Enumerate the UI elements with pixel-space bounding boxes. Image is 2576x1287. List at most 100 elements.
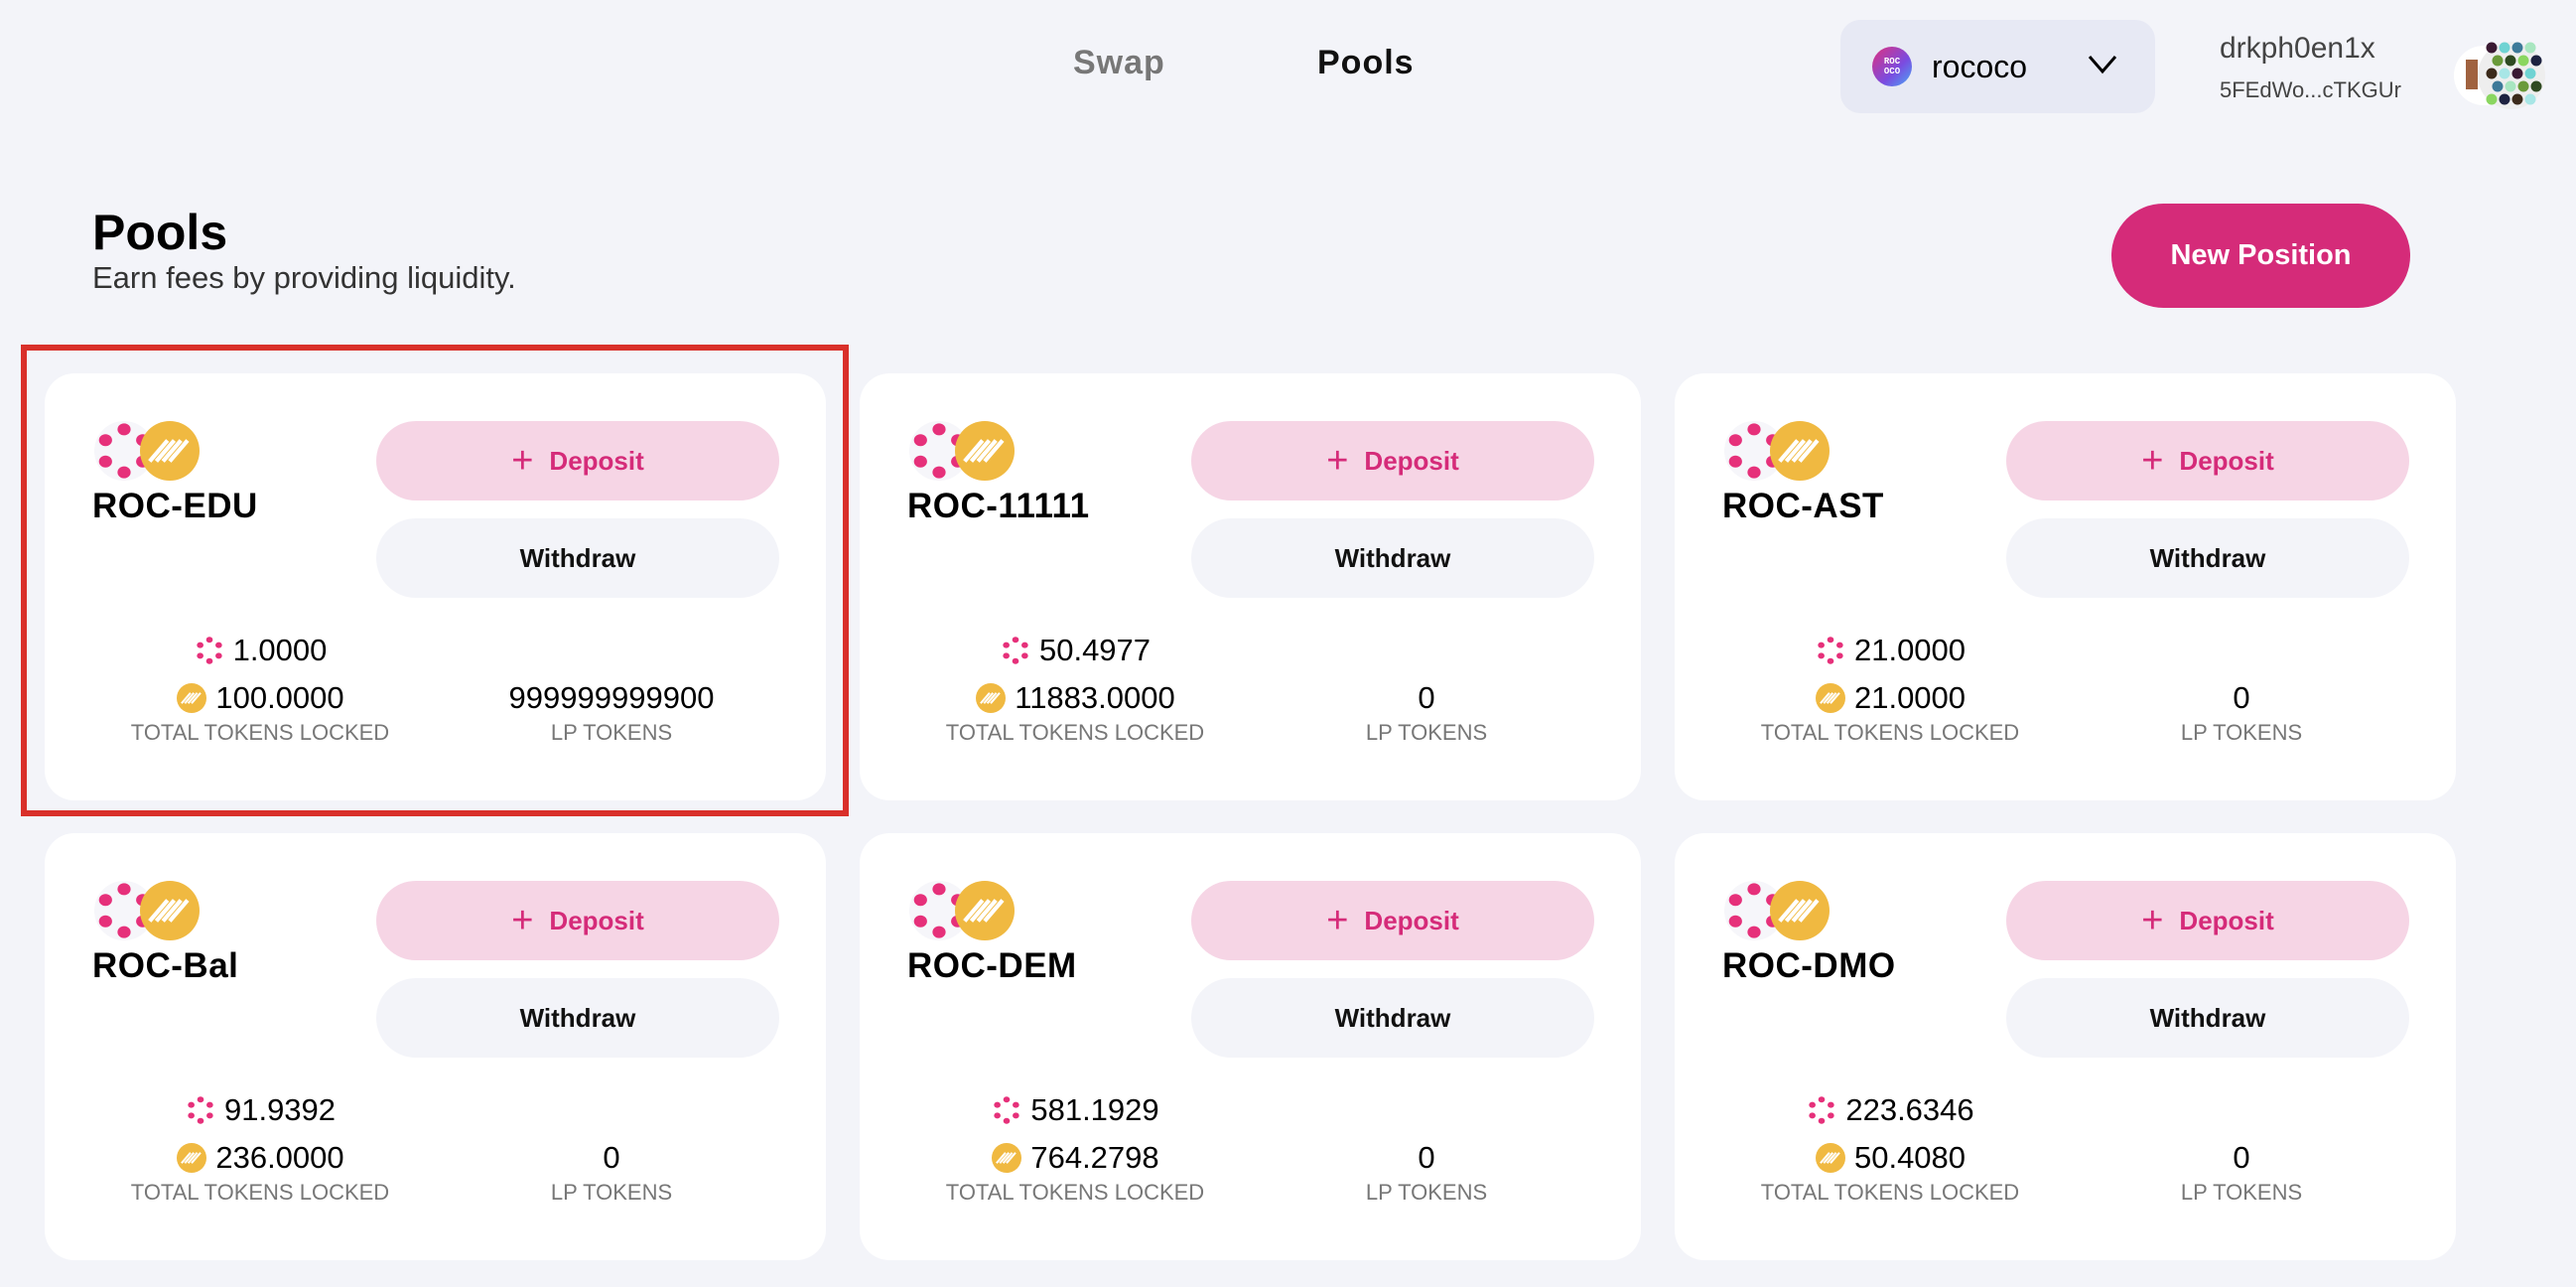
lp-tokens-label: LP TOKENS	[550, 720, 673, 745]
tvl-label: TOTAL TOKENS LOCKED	[1760, 1180, 2020, 1205]
lp-tokens-label: LP TOKENS	[550, 1180, 673, 1205]
plus-icon: +	[1326, 900, 1349, 941]
pool-name: ROC-AST	[1722, 487, 1884, 525]
amount-a: 91.9392	[223, 1092, 337, 1127]
edu-token-icon	[955, 421, 1015, 481]
pool-name: ROC-EDU	[92, 487, 258, 525]
edu-token-icon	[176, 1142, 207, 1174]
pool-name: ROC-DEM	[907, 946, 1077, 985]
tvl-label: TOTAL TOKENS LOCKED	[1760, 720, 2020, 745]
account-info[interactable]: drkph0en1x 5FEdWo...cTKGUr	[2220, 32, 2401, 103]
deposit-label: Deposit	[2179, 445, 2274, 476]
deposit-button[interactable]: + Deposit	[1191, 881, 1594, 960]
deposit-label: Deposit	[1364, 445, 1459, 476]
account-name: drkph0en1x	[2220, 32, 2375, 65]
tvl-label: TOTAL TOKENS LOCKED	[945, 1180, 1205, 1205]
page-subtitle: Earn fees by providing liquidity.	[92, 260, 516, 295]
deposit-label: Deposit	[1364, 905, 1459, 935]
withdraw-button[interactable]: Withdraw	[376, 978, 779, 1058]
pool-card-roc-11111: ROC-11111 + Deposit Withdraw 50.4977 1188…	[860, 373, 1641, 800]
token-pair-icon	[1724, 881, 1830, 940]
withdraw-button[interactable]: Withdraw	[2006, 518, 2409, 598]
amount-a: 223.6346	[1845, 1092, 1974, 1127]
roc-token-icon	[1000, 635, 1031, 666]
amount-b: 11883.0000	[1015, 680, 1175, 715]
lp-tokens-value: 0	[1418, 680, 1435, 715]
tvl-label: TOTAL TOKENS LOCKED	[945, 720, 1205, 745]
roc-token-icon	[991, 1094, 1022, 1126]
edu-token-icon	[176, 682, 207, 714]
lp-tokens-label: LP TOKENS	[1365, 720, 1488, 745]
plus-icon: +	[1326, 440, 1349, 482]
edu-token-icon	[140, 421, 200, 481]
tvl-label: TOTAL TOKENS LOCKED	[130, 1180, 390, 1205]
amount-b: 100.0000	[215, 680, 344, 715]
edu-token-icon	[140, 881, 200, 940]
network-selector[interactable]: ROC OCO rococo	[1840, 20, 2155, 113]
withdraw-button[interactable]: Withdraw	[376, 518, 779, 598]
chevron-down-icon	[2088, 56, 2117, 74]
lp-tokens-value: 0	[603, 1140, 620, 1175]
page-title: Pools	[92, 205, 228, 260]
plus-icon: +	[511, 900, 534, 941]
edu-token-icon	[991, 1142, 1022, 1174]
edu-token-icon	[955, 881, 1015, 940]
pool-card-roc-dmo: ROC-DMO + Deposit Withdraw 223.6346 50.40…	[1675, 833, 2456, 1260]
deposit-label: Deposit	[2179, 905, 2274, 935]
amount-b: 21.0000	[1853, 680, 1966, 715]
edu-token-icon	[1815, 1142, 1846, 1174]
token-pair-icon	[1724, 421, 1830, 481]
pool-card-roc-bal: ROC-Bal + Deposit Withdraw 91.9392 236.00…	[45, 833, 826, 1260]
deposit-button[interactable]: + Deposit	[1191, 421, 1594, 500]
lp-tokens-value: 0	[2233, 680, 2250, 715]
lp-tokens-label: LP TOKENS	[2180, 720, 2303, 745]
lp-tokens-value: 999999999900	[508, 680, 715, 715]
amount-a: 21.0000	[1853, 633, 1966, 667]
lp-tokens-value: 0	[2233, 1140, 2250, 1175]
withdraw-button[interactable]: Withdraw	[1191, 978, 1594, 1058]
roc-token-icon	[194, 635, 225, 666]
avatar[interactable]	[2454, 30, 2546, 121]
roc-token-icon	[1806, 1094, 1837, 1126]
token-pair-icon	[909, 421, 1015, 481]
token-pair-icon	[909, 881, 1015, 940]
deposit-button[interactable]: + Deposit	[376, 421, 779, 500]
nav-swap[interactable]: Swap	[1073, 44, 1165, 82]
edu-token-icon	[1770, 421, 1830, 481]
pool-name: ROC-11111	[907, 487, 1090, 525]
rococo-logo-icon: ROC OCO	[1872, 47, 1912, 86]
new-position-button[interactable]: New Position	[2111, 204, 2410, 308]
tvl-label: TOTAL TOKENS LOCKED	[130, 720, 390, 745]
withdraw-button[interactable]: Withdraw	[2006, 978, 2409, 1058]
plus-icon: +	[2141, 900, 2164, 941]
plus-icon: +	[511, 440, 534, 482]
deposit-label: Deposit	[549, 905, 644, 935]
withdraw-button[interactable]: Withdraw	[1191, 518, 1594, 598]
pool-name: ROC-DMO	[1722, 946, 1896, 985]
lp-tokens-value: 0	[1418, 1140, 1435, 1175]
edu-token-icon	[975, 682, 1007, 714]
deposit-button[interactable]: + Deposit	[2006, 881, 2409, 960]
pool-card-roc-ast: ROC-AST + Deposit Withdraw 21.0000 21.000…	[1675, 373, 2456, 800]
roc-token-icon	[1815, 635, 1846, 666]
token-pair-icon	[94, 421, 200, 481]
amount-a: 1.0000	[232, 633, 328, 667]
network-name: rococo	[1932, 48, 2028, 84]
deposit-label: Deposit	[549, 445, 644, 476]
edu-token-icon	[1770, 881, 1830, 940]
amount-b: 764.2798	[1030, 1140, 1159, 1175]
deposit-button[interactable]: + Deposit	[2006, 421, 2409, 500]
edu-token-icon	[1815, 682, 1846, 714]
amount-a: 50.4977	[1038, 633, 1152, 667]
pool-card-roc-edu: ROC-EDU + Deposit Withdraw 1.0000 100.000…	[45, 373, 826, 800]
nav-pools[interactable]: Pools	[1317, 44, 1415, 82]
lp-tokens-label: LP TOKENS	[2180, 1180, 2303, 1205]
plus-icon: +	[2141, 440, 2164, 482]
account-address: 5FEdWo...cTKGUr	[2220, 77, 2401, 102]
pool-name: ROC-Bal	[92, 946, 239, 985]
deposit-button[interactable]: + Deposit	[376, 881, 779, 960]
pool-card-roc-dem: ROC-DEM + Deposit Withdraw 581.1929 764.2…	[860, 833, 1641, 1260]
token-pair-icon	[94, 881, 200, 940]
lp-tokens-label: LP TOKENS	[1365, 1180, 1488, 1205]
roc-token-icon	[185, 1094, 216, 1126]
